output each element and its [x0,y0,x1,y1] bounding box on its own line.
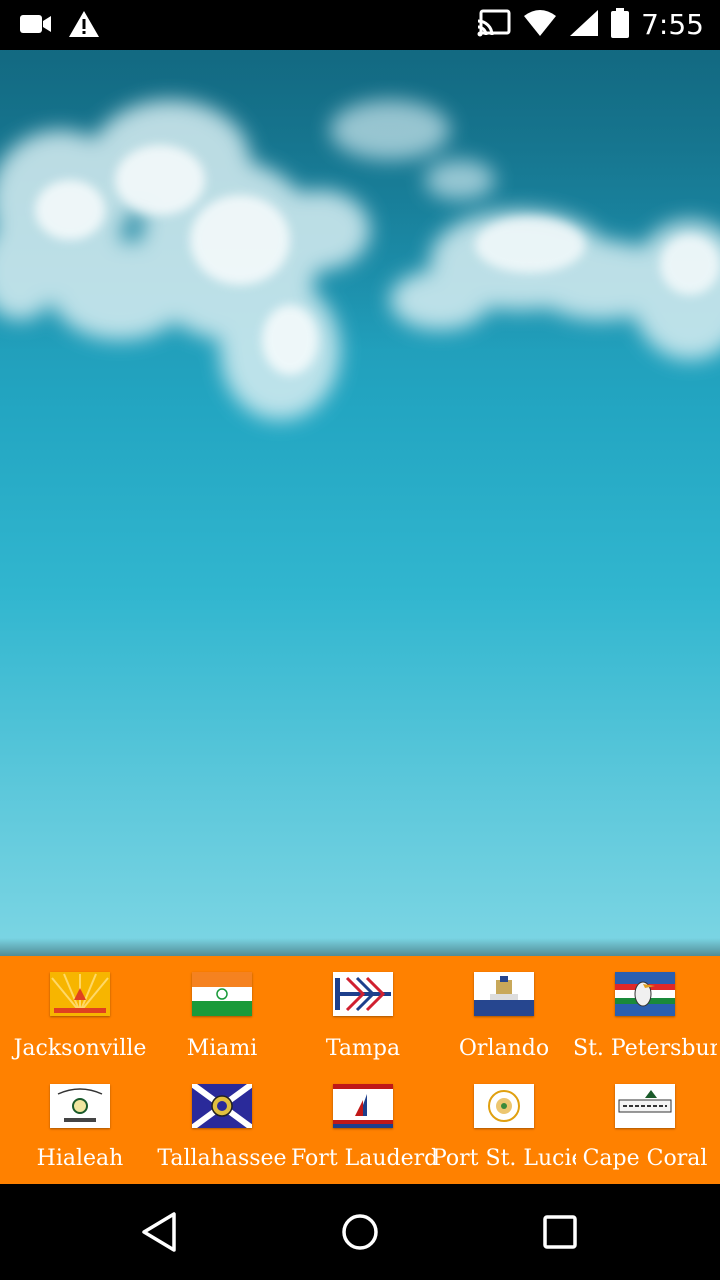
city-label: Cape Coral [582,1146,708,1171]
clouds-image [0,50,720,420]
city-hialeah[interactable]: Hialeah [8,956,152,1171]
city-cape-coral[interactable]: Cape Coral [573,956,717,1171]
recents-button[interactable] [536,1208,584,1256]
city-label: Tallahassee [157,1146,287,1171]
city-fort-lauderdale[interactable]: Fort Lauderdale [291,956,435,1171]
tallahassee-flag-icon [192,1084,252,1128]
clock: 7:55 [641,8,704,41]
cast-icon [477,9,511,41]
navigation-bar [0,1184,720,1280]
panel-shadow [0,938,720,956]
city-label: Port St. Lucie [432,1146,576,1171]
city-label: Fort Lauderdale [291,1146,435,1171]
wifi-icon [523,9,557,41]
city-panel: Jacksonville Miami Tampa Orlando St. Pet… [0,956,720,1184]
home-icon [342,1214,378,1250]
port-st-lucie-flag-icon [474,1084,534,1128]
warning-icon [68,10,100,42]
sky-wallpaper [0,50,720,956]
fort-lauderdale-flag-icon [333,1084,393,1128]
signal-icon [569,9,599,41]
status-bar: 7:55 [0,0,720,50]
video-camera-icon [20,13,52,39]
back-button[interactable] [136,1208,184,1256]
battery-icon [611,8,630,42]
hialeah-flag-icon [50,1084,110,1128]
city-label: Hialeah [36,1146,124,1171]
city-grid: Jacksonville Miami Tampa Orlando St. Pet… [0,956,720,1184]
back-icon [142,1212,176,1252]
recents-icon [543,1215,577,1249]
city-tallahassee[interactable]: Tallahassee [150,956,294,1171]
home-button[interactable] [336,1208,384,1256]
cape-coral-flag-icon [615,1084,675,1128]
city-port-st-lucie[interactable]: Port St. Lucie [432,956,576,1171]
